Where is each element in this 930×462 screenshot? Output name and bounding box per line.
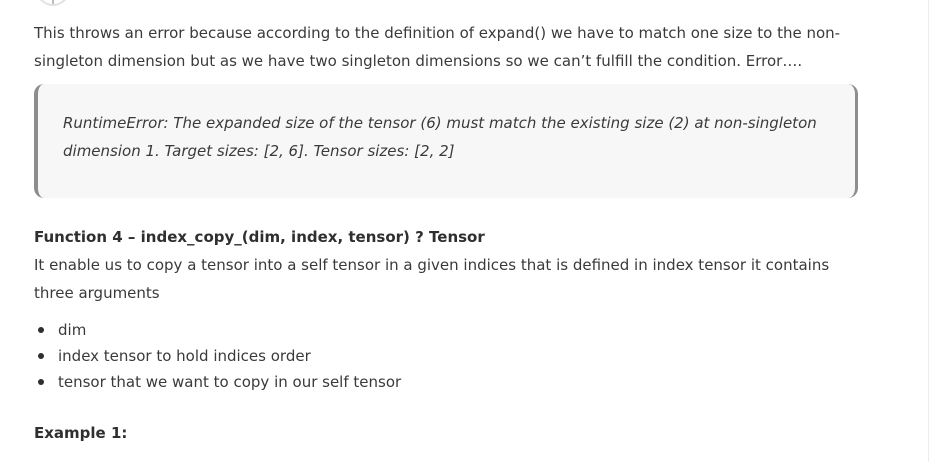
right-edge-divider xyxy=(928,0,929,462)
intro-paragraph-line-1: This throws an error because according t… xyxy=(34,24,841,42)
bullet-icon xyxy=(38,353,44,359)
argument-label: tensor that we want to copy in our self … xyxy=(58,373,402,391)
error-quote-line-1: RuntimeError: The expanded size of the t… xyxy=(63,114,817,132)
bullet-icon xyxy=(38,327,44,333)
function-description: It enable us to copy a tensor into a sel… xyxy=(34,251,864,307)
error-quote-line-2: dimension 1. Target sizes: [2, 6]. Tenso… xyxy=(63,142,455,160)
bullet-icon xyxy=(38,379,44,385)
function-description-line-1: It enable us to copy a tensor into a sel… xyxy=(34,256,830,274)
arguments-list: dim index tensor to hold indices order t… xyxy=(34,318,401,396)
list-item: tensor that we want to copy in our self … xyxy=(34,370,401,396)
avatar-dot xyxy=(52,0,54,4)
error-quote-text: RuntimeError: The expanded size of the t… xyxy=(63,109,843,165)
function-heading: Function 4 – index_copy_(dim, index, ten… xyxy=(34,228,485,246)
intro-paragraph-line-2: singleton dimension but as we have two s… xyxy=(34,52,803,70)
argument-label: dim xyxy=(58,321,87,339)
article-page: This throws an error because according t… xyxy=(0,0,930,462)
argument-label: index tensor to hold indices order xyxy=(58,347,311,365)
list-item: index tensor to hold indices order xyxy=(34,344,401,370)
intro-paragraph: This throws an error because according t… xyxy=(34,19,864,75)
example-heading: Example 1: xyxy=(34,424,128,442)
function-description-line-2: three arguments xyxy=(34,284,160,302)
error-blockquote: RuntimeError: The expanded size of the t… xyxy=(34,84,858,198)
list-item: dim xyxy=(34,318,401,344)
